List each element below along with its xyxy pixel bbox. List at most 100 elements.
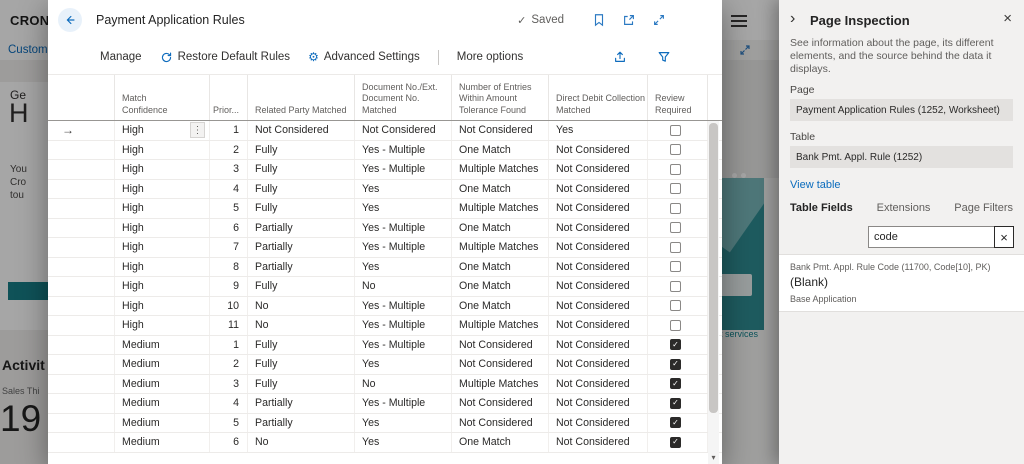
review-required-cell[interactable] <box>648 199 708 218</box>
priority-cell[interactable]: 10 <box>210 297 248 316</box>
related-party-cell[interactable]: Fully <box>248 160 355 179</box>
entries-tolerance-cell[interactable]: Not Considered <box>452 355 549 374</box>
document-no-cell[interactable]: Yes - Multiple <box>355 316 452 335</box>
document-no-cell[interactable]: Yes <box>355 258 452 277</box>
review-required-cell[interactable] <box>648 414 708 433</box>
direct-debit-cell[interactable]: Not Considered <box>549 238 648 257</box>
direct-debit-cell[interactable]: Not Considered <box>549 219 648 238</box>
more-options-menu[interactable]: More options <box>457 51 523 63</box>
priority-cell[interactable]: 3 <box>210 160 248 179</box>
priority-cell[interactable]: 2 <box>210 141 248 160</box>
review-required-checkbox[interactable] <box>670 320 681 331</box>
review-required-checkbox[interactable] <box>670 242 681 253</box>
table-row[interactable]: High 10 No Yes - Multiple One Match Not … <box>48 297 722 317</box>
related-party-cell[interactable]: Not Considered <box>248 121 355 140</box>
column-header-entries-tolerance[interactable]: Number of EntriesWithin AmountTolerance … <box>452 75 549 120</box>
direct-debit-cell[interactable]: Not Considered <box>549 433 648 452</box>
document-no-cell[interactable]: Yes - Multiple <box>355 394 452 413</box>
match-confidence-cell[interactable]: Medium <box>115 355 210 374</box>
back-button[interactable] <box>58 8 82 32</box>
match-confidence-cell[interactable]: High <box>115 258 210 277</box>
table-row[interactable]: High 6 Partially Yes - Multiple One Matc… <box>48 219 722 239</box>
review-required-checkbox[interactable] <box>670 339 681 350</box>
related-party-cell[interactable]: Partially <box>248 394 355 413</box>
direct-debit-cell[interactable]: Not Considered <box>549 414 648 433</box>
direct-debit-cell[interactable]: Not Considered <box>549 375 648 394</box>
document-no-cell[interactable]: Yes - Multiple <box>355 297 452 316</box>
review-required-checkbox[interactable] <box>670 183 681 194</box>
table-row[interactable]: Medium 5 Partially Yes Not Considered No… <box>48 414 722 434</box>
related-party-cell[interactable]: No <box>248 297 355 316</box>
review-required-cell[interactable] <box>648 355 708 374</box>
direct-debit-cell[interactable]: Not Considered <box>549 277 648 296</box>
review-required-cell[interactable] <box>648 219 708 238</box>
priority-cell[interactable]: 2 <box>210 355 248 374</box>
table-row[interactable]: Medium 1 Fully Yes - Multiple Not Consid… <box>48 336 722 356</box>
priority-cell[interactable]: 5 <box>210 414 248 433</box>
entries-tolerance-cell[interactable]: One Match <box>452 258 549 277</box>
related-party-cell[interactable]: Partially <box>248 238 355 257</box>
match-confidence-cell[interactable]: Medium <box>115 336 210 355</box>
review-required-cell[interactable] <box>648 297 708 316</box>
match-confidence-cell[interactable]: Medium <box>115 414 210 433</box>
view-table-link[interactable]: View table <box>790 179 841 191</box>
scroll-down-button[interactable]: ▾ <box>708 450 719 464</box>
entries-tolerance-cell[interactable]: One Match <box>452 180 549 199</box>
table-row[interactable]: High 2 Fully Yes - Multiple One Match No… <box>48 141 722 161</box>
column-header-review-required[interactable]: ReviewRequired <box>648 75 708 120</box>
table-row[interactable]: → High⋮ 1 Not Considered Not Considered … <box>48 121 722 141</box>
direct-debit-cell[interactable]: Not Considered <box>549 258 648 277</box>
document-no-cell[interactable]: No <box>355 277 452 296</box>
related-party-cell[interactable]: No <box>248 316 355 335</box>
field-result-item[interactable]: Bank Pmt. Appl. Rule Code (11700, Code[1… <box>779 254 1024 312</box>
match-confidence-cell[interactable]: Medium <box>115 394 210 413</box>
table-field-value[interactable]: Bank Pmt. Appl. Rule (1252) <box>790 146 1013 168</box>
review-required-cell[interactable] <box>648 433 708 452</box>
entries-tolerance-cell[interactable]: One Match <box>452 297 549 316</box>
document-no-cell[interactable]: Yes <box>355 199 452 218</box>
related-party-cell[interactable]: Partially <box>248 414 355 433</box>
priority-cell[interactable]: 8 <box>210 258 248 277</box>
review-required-cell[interactable] <box>648 180 708 199</box>
table-row[interactable]: Medium 4 Partially Yes - Multiple Not Co… <box>48 394 722 414</box>
document-no-cell[interactable]: Yes - Multiple <box>355 336 452 355</box>
tab-table-fields[interactable]: Table Fields <box>790 202 853 214</box>
advanced-settings-button[interactable]: ⚙ Advanced Settings <box>308 51 420 63</box>
document-no-cell[interactable]: No <box>355 375 452 394</box>
tab-extensions[interactable]: Extensions <box>877 202 931 214</box>
entries-tolerance-cell[interactable]: Multiple Matches <box>452 375 549 394</box>
review-required-cell[interactable] <box>648 375 708 394</box>
review-required-checkbox[interactable] <box>670 300 681 311</box>
review-required-checkbox[interactable] <box>670 417 681 428</box>
entries-tolerance-cell[interactable]: Not Considered <box>452 121 549 140</box>
document-no-cell[interactable]: Yes <box>355 355 452 374</box>
match-confidence-cell[interactable]: High <box>115 238 210 257</box>
match-confidence-cell[interactable]: High <box>115 316 210 335</box>
priority-cell[interactable]: 6 <box>210 219 248 238</box>
table-row[interactable]: High 4 Fully Yes One Match Not Considere… <box>48 180 722 200</box>
related-party-cell[interactable]: Fully <box>248 199 355 218</box>
direct-debit-cell[interactable]: Not Considered <box>549 336 648 355</box>
column-header-document-no[interactable]: Document No./Ext.Document No.Matched <box>355 75 452 120</box>
review-required-checkbox[interactable] <box>670 222 681 233</box>
related-party-cell[interactable]: Fully <box>248 375 355 394</box>
priority-cell[interactable]: 11 <box>210 316 248 335</box>
scrollbar-thumb[interactable] <box>709 123 718 413</box>
match-confidence-cell[interactable]: High <box>115 180 210 199</box>
restore-default-rules-button[interactable]: Restore Default Rules <box>160 51 291 64</box>
vertical-scrollbar[interactable]: ▾ <box>708 121 719 464</box>
review-required-checkbox[interactable] <box>670 144 681 155</box>
share-icon[interactable] <box>610 47 630 67</box>
table-row[interactable]: Medium 3 Fully No Multiple Matches Not C… <box>48 375 722 395</box>
match-confidence-cell[interactable]: High <box>115 141 210 160</box>
priority-cell[interactable]: 1 <box>210 121 248 140</box>
tab-page-filters[interactable]: Page Filters <box>954 202 1013 214</box>
review-required-cell[interactable] <box>648 394 708 413</box>
entries-tolerance-cell[interactable]: One Match <box>452 433 549 452</box>
table-row[interactable]: High 11 No Yes - Multiple Multiple Match… <box>48 316 722 336</box>
match-confidence-cell[interactable]: High <box>115 199 210 218</box>
manage-menu[interactable]: Manage <box>100 51 142 63</box>
priority-cell[interactable]: 6 <box>210 433 248 452</box>
direct-debit-cell[interactable]: Not Considered <box>549 141 648 160</box>
direct-debit-cell[interactable]: Not Considered <box>549 355 648 374</box>
